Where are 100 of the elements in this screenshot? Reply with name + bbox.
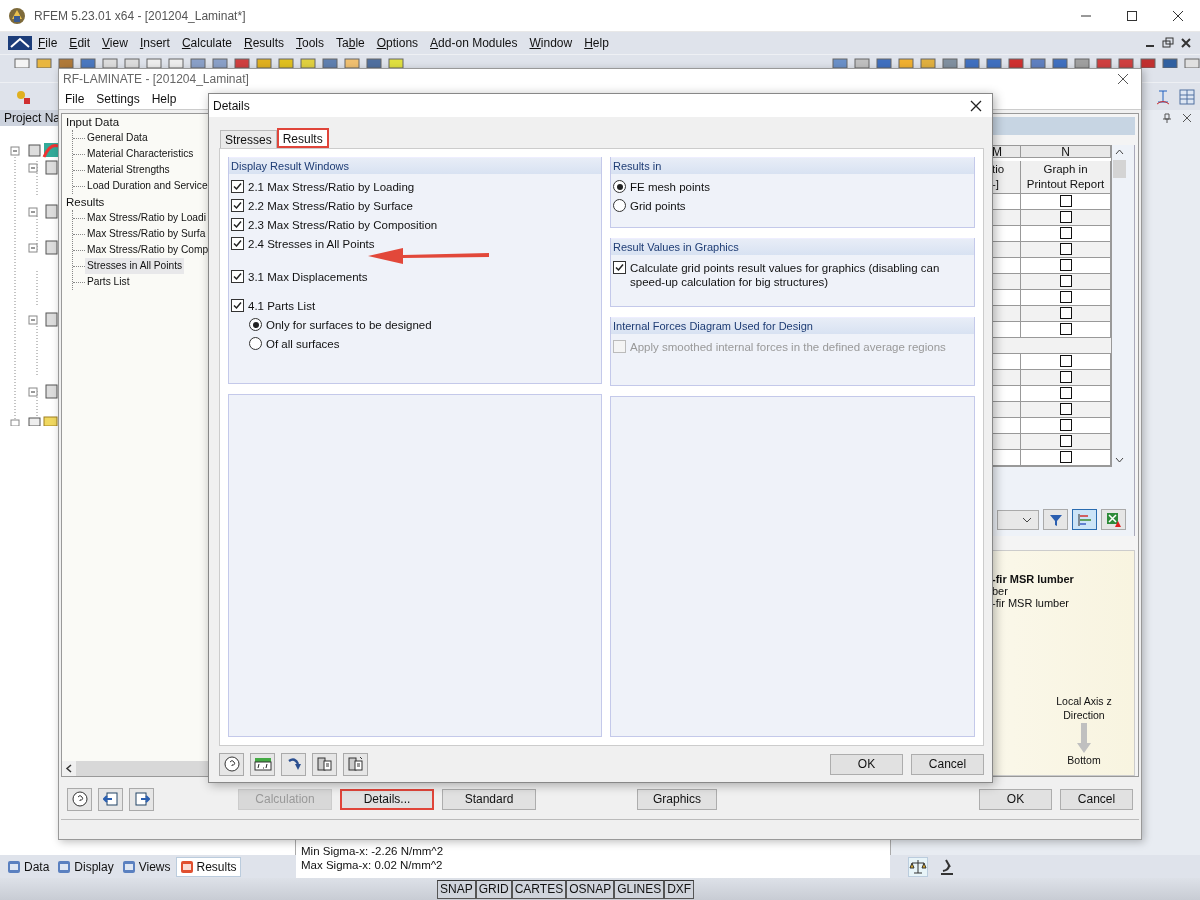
nav-item[interactable]: Stresses in All Points [85, 258, 185, 275]
close-icon[interactable] [1180, 37, 1192, 49]
nav-item[interactable]: Material Characteristics [85, 146, 196, 163]
balance-scale-icon[interactable] [908, 856, 928, 877]
decimal-places-button[interactable] [250, 752, 275, 776]
nav-item[interactable]: Max Stress/Ratio by Loadi [85, 210, 208, 227]
status-toggle[interactable]: GRID [475, 879, 512, 899]
document-import-button[interactable] [312, 752, 337, 776]
dialog-button[interactable]: Cancel [911, 753, 984, 775]
menu-item[interactable]: View [96, 36, 134, 50]
checkbox[interactable] [1059, 435, 1072, 448]
scroll-left-icon[interactable] [62, 761, 76, 777]
restore-icon[interactable] [1162, 37, 1174, 49]
dialog-button[interactable]: Cancel [1060, 788, 1133, 810]
toolbar-icon[interactable] [1140, 58, 1156, 68]
checkbox[interactable] [1059, 419, 1072, 432]
action-button[interactable]: Details... [340, 788, 434, 810]
nav-item[interactable]: Parts List [85, 274, 132, 291]
checkbox[interactable] [1059, 259, 1072, 272]
radio-button[interactable] [613, 180, 626, 193]
close-icon[interactable] [970, 99, 982, 112]
status-toggle[interactable]: GLINES [614, 879, 665, 899]
menu-item[interactable]: Help [145, 91, 183, 106]
tab[interactable]: Results [276, 128, 329, 148]
checkbox[interactable] [231, 199, 244, 212]
toolbar-icon[interactable] [1184, 58, 1200, 68]
checkbox[interactable] [1059, 275, 1072, 288]
close-icon[interactable] [1182, 113, 1192, 123]
nav-group[interactable]: Results [66, 194, 105, 211]
next-button[interactable] [129, 787, 154, 811]
panel-tab[interactable]: Display [54, 857, 117, 876]
checkbox[interactable] [1059, 291, 1072, 304]
nav-item[interactable]: Max Stress/Ratio by Surfa [85, 226, 208, 243]
toolbar-icon[interactable] [14, 58, 30, 68]
checkbox[interactable] [613, 261, 626, 274]
app-menu-icon[interactable] [8, 36, 32, 50]
help-button[interactable] [219, 752, 244, 776]
radio-button[interactable] [613, 199, 626, 212]
status-toggle[interactable]: SNAP [437, 879, 476, 899]
maximize-icon[interactable] [1126, 9, 1138, 22]
dialog-button[interactable]: OK [979, 788, 1052, 810]
checkbox[interactable] [231, 180, 244, 193]
checkbox[interactable] [1059, 451, 1072, 464]
rotate-arrow-button[interactable] [281, 752, 306, 776]
toolbar-icon[interactable] [1154, 87, 1172, 106]
checkbox[interactable] [1059, 387, 1072, 400]
checkbox[interactable] [1059, 243, 1072, 256]
menu-item[interactable]: Options [370, 36, 425, 50]
action-button[interactable]: Graphics [637, 788, 717, 810]
bar-chart-button[interactable] [1072, 509, 1097, 531]
radio-button[interactable] [249, 318, 262, 331]
menu-item[interactable]: Calculate [175, 36, 238, 50]
menu-item[interactable]: Results [237, 36, 290, 50]
menu-item[interactable]: Help [578, 36, 615, 50]
status-toggle[interactable]: DXF [664, 879, 695, 899]
checkbox[interactable] [1059, 355, 1072, 368]
help-button[interactable] [67, 787, 92, 811]
menu-item[interactable]: File [32, 36, 64, 50]
close-icon[interactable] [1117, 72, 1129, 85]
panel-tab[interactable]: Data [4, 857, 53, 876]
nav-item[interactable]: Load Duration and Service [85, 178, 210, 195]
nav-item[interactable]: Material Strengths [85, 162, 172, 179]
menu-item[interactable]: Insert [133, 36, 176, 50]
scroll-up-icon[interactable] [1115, 148, 1124, 155]
checkbox[interactable] [1059, 211, 1072, 224]
menu-item[interactable]: File [59, 91, 91, 106]
nav-group[interactable]: Input Data [66, 114, 120, 131]
radio-button[interactable] [249, 337, 262, 350]
checkbox[interactable] [1059, 227, 1072, 240]
status-toggle[interactable]: CARTES [511, 879, 567, 899]
table-icon[interactable] [1178, 87, 1196, 106]
menu-item[interactable]: Table [330, 36, 371, 50]
status-toggle[interactable]: OSNAP [566, 879, 615, 899]
checkbox[interactable] [1059, 371, 1072, 384]
panel-tab[interactable]: Results [175, 856, 241, 877]
menu-item[interactable]: Edit [63, 36, 97, 50]
pin-icon[interactable] [1162, 113, 1172, 123]
excel-export-button[interactable] [1101, 509, 1126, 531]
checkbox[interactable] [231, 299, 244, 312]
checkbox[interactable] [1059, 403, 1072, 416]
filter-button[interactable] [1043, 509, 1068, 531]
dialog-button[interactable]: OK [830, 753, 903, 775]
checkbox[interactable] [231, 237, 244, 250]
nav-item[interactable]: Max Stress/Ratio by Comp [85, 242, 210, 259]
nav-item[interactable]: General Data [85, 130, 150, 147]
checkbox[interactable] [231, 270, 244, 283]
previous-button[interactable] [98, 787, 123, 811]
tab[interactable]: Stresses [220, 130, 277, 148]
action-button[interactable]: Standard [442, 788, 536, 810]
scroll-down-icon[interactable] [1115, 456, 1124, 463]
checkbox[interactable] [231, 218, 244, 231]
menu-item[interactable]: Add-on Modules [424, 36, 524, 50]
panel-tab[interactable]: Views [118, 857, 174, 876]
toolbar-icon[interactable] [1162, 58, 1178, 68]
menu-item[interactable]: Window [523, 36, 579, 50]
close-icon[interactable] [1172, 9, 1184, 22]
document-export-button[interactable] [343, 752, 368, 776]
menu-item[interactable]: Tools [290, 36, 330, 50]
checkbox[interactable] [1059, 323, 1072, 336]
checkbox[interactable] [1059, 195, 1072, 208]
